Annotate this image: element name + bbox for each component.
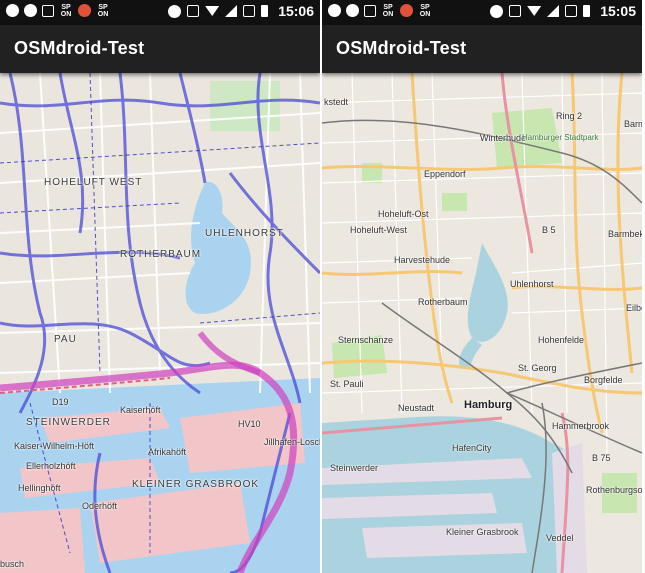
map-view[interactable]: HOHELUFT WEST UHLENHORST ROTHERBAUM PAU … bbox=[0, 73, 320, 573]
status-bar: SP ON SP ON 15:06 bbox=[0, 0, 320, 25]
map-label-st-pauli: St. Pauli bbox=[330, 379, 364, 389]
map-label-hellinghoeft: Hellinghöft bbox=[18, 483, 61, 493]
map-label-neustadt: Neustadt bbox=[398, 403, 435, 413]
wifi-icon bbox=[205, 6, 220, 16]
map-label-rotherbaum: Rotherbaum bbox=[418, 297, 468, 307]
map-label-ellerholzhoeft: Ellerholzhöft bbox=[26, 461, 76, 471]
map-label-rothenburgsort: Rothenburgsort bbox=[586, 485, 642, 495]
map-label-winterhude: Winterhude bbox=[480, 133, 527, 143]
notification-icons: SP ON SP ON bbox=[328, 4, 432, 18]
map-label-kleiner-grasbrook: KLEINER GRASBROOK bbox=[132, 479, 260, 490]
map-label-hoheluft-ost: Hoheluft-Ost bbox=[378, 209, 429, 219]
map-label-jillhafen: Jillhafen-Loschpl bbox=[264, 437, 320, 447]
map-label-hohenfelde: Hohenfelde bbox=[538, 335, 585, 345]
map-label-hafencity: HafenCity bbox=[452, 443, 492, 453]
message-icon bbox=[328, 4, 341, 17]
map-label-hoheluft-west: HOHELUFT WEST bbox=[44, 177, 143, 188]
map-label-kstedt: kstedt bbox=[324, 97, 349, 107]
vibrate-icon bbox=[509, 5, 522, 17]
no-sim-icon bbox=[243, 5, 256, 17]
map-label-uhlenhorst: Uhlenhorst bbox=[510, 279, 554, 289]
map-label-barm: Barm bbox=[624, 119, 642, 129]
map-label-hammerbrook: Hammerbrook bbox=[552, 421, 610, 431]
map-label-eppendorf: Eppendorf bbox=[424, 169, 466, 179]
image-icon bbox=[42, 4, 54, 17]
map-label-veddel: Veddel bbox=[546, 533, 574, 543]
app-title: OSMdroid-Test bbox=[336, 38, 467, 58]
notification-icons: SP ON SP ON bbox=[6, 4, 110, 18]
sp-on-icon: SP ON bbox=[97, 4, 109, 18]
map-tiles bbox=[0, 73, 320, 573]
sp-on-icon: SP ON bbox=[60, 4, 72, 18]
phone-screen-cycle-map: SP ON SP ON 15:06 OSMdroid-Test HOHELUFT… bbox=[0, 0, 320, 573]
vibrate-icon bbox=[187, 5, 200, 17]
battery-icon bbox=[261, 5, 269, 17]
signal-icon bbox=[225, 5, 238, 17]
map-label-steinwerder: Steinwerder bbox=[330, 463, 379, 473]
map-label-steinwerder: STEINWERDER bbox=[26, 417, 111, 428]
map-label-st-georg: St. Georg bbox=[518, 363, 557, 373]
map-label-borgfelde: Borgfelde bbox=[584, 375, 623, 385]
no-sim-icon bbox=[565, 5, 578, 17]
phone-screen-standard-map: SP ON SP ON 15:05 OSMdroid-Test kstedt R… bbox=[322, 0, 642, 573]
map-label-b75: B 75 bbox=[592, 453, 611, 463]
system-icons: 15:05 bbox=[490, 3, 636, 19]
map-label-kaiser-wilhelm-hoeft: Kaiser-Wilhelm-Höft bbox=[14, 441, 95, 451]
system-icons: 15:06 bbox=[168, 3, 314, 19]
map-tiles bbox=[322, 73, 642, 573]
image-icon bbox=[364, 4, 376, 17]
map-label-kleiner-grasbrook: Kleiner Grasbrook bbox=[446, 527, 519, 537]
map-label-ring-2: Ring 2 bbox=[556, 111, 583, 121]
app-title: OSMdroid-Test bbox=[14, 38, 145, 58]
map-label-rotherbaum: ROTHERBAUM bbox=[120, 249, 202, 260]
status-bar: SP ON SP ON 15:05 bbox=[322, 0, 642, 25]
map-label-afrikahoeft: Afrikahöft bbox=[148, 447, 187, 457]
wifi-icon bbox=[527, 6, 542, 16]
map-label-harvestehude: Harvestehude bbox=[394, 255, 451, 265]
map-label-stadtpark: Hamburger Stadtpark bbox=[522, 133, 599, 142]
map-view[interactable]: kstedt Ring 2 Barm Winterhude Hamburger … bbox=[322, 73, 642, 573]
map-label-hv10: HV10 bbox=[238, 419, 261, 429]
map-label-hamburg: Hamburg bbox=[464, 399, 513, 411]
map-label-busch: busch bbox=[0, 559, 25, 569]
clock: 15:05 bbox=[600, 3, 636, 19]
app-toolbar: OSMdroid-Test bbox=[0, 25, 320, 73]
app-notification-icon bbox=[78, 4, 91, 17]
map-label-sternschanze: Sternschanze bbox=[338, 335, 394, 345]
skype-icon bbox=[346, 4, 359, 17]
message-icon bbox=[6, 4, 19, 17]
map-label-hoheluft-west: Hoheluft-West bbox=[350, 225, 407, 235]
vpn-shield-icon bbox=[490, 4, 504, 18]
signal-icon bbox=[547, 5, 560, 17]
screenshot-pair: SP ON SP ON 15:06 OSMdroid-Test HOHELUFT… bbox=[0, 0, 645, 573]
map-label-uhlenhorst: UHLENHORST bbox=[205, 228, 284, 239]
app-toolbar: OSMdroid-Test bbox=[322, 25, 642, 73]
map-label-oderhoeft: Oderhöft bbox=[82, 501, 118, 511]
clock: 15:06 bbox=[278, 3, 314, 19]
skype-icon bbox=[24, 4, 37, 17]
map-label-d19: D19 bbox=[52, 397, 69, 407]
sp-on-icon: SP ON bbox=[419, 4, 431, 18]
map-label-eilbe: Eilbe bbox=[626, 303, 642, 313]
sp-on-icon: SP ON bbox=[382, 4, 394, 18]
map-label-kaiserhoeft: Kaiserhöft bbox=[120, 405, 161, 415]
map-label-b5: B 5 bbox=[542, 225, 556, 235]
vpn-shield-icon bbox=[168, 4, 182, 18]
battery-icon bbox=[583, 5, 591, 17]
map-label-barmbek-s: Barmbek-S bbox=[608, 229, 642, 239]
app-notification-icon bbox=[400, 4, 413, 17]
map-label-pau: PAU bbox=[54, 334, 77, 345]
